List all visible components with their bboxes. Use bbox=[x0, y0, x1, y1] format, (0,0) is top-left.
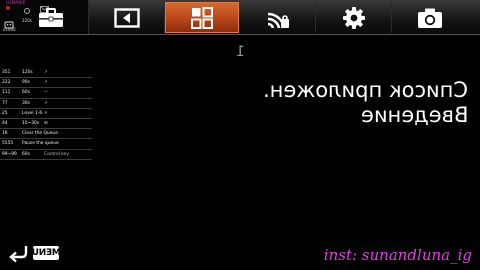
table-row[interactable]: 5555 Pause the queue bbox=[0, 139, 92, 150]
screen-icon bbox=[114, 7, 140, 28]
grid-icon bbox=[191, 6, 213, 29]
tab-wireless[interactable] bbox=[241, 2, 316, 33]
table-row[interactable]: 351 120s ↗ bbox=[0, 68, 92, 79]
tab-apps[interactable] bbox=[165, 2, 239, 33]
intro-heading: Введение bbox=[360, 103, 468, 127]
watermark: inst: sunandluna_ig bbox=[323, 246, 472, 264]
table-row[interactable]: 222 90s ↗ bbox=[0, 78, 92, 89]
toolbox-icon bbox=[39, 7, 63, 27]
top-toolbar: LOMANIE x1000 120s bbox=[0, 0, 480, 35]
tab-camera[interactable] bbox=[393, 2, 467, 33]
bottom-bar: MENU inst: sunandluna_ig bbox=[0, 238, 480, 270]
gear-icon bbox=[343, 6, 365, 29]
tab-settings[interactable] bbox=[317, 2, 392, 33]
table-row[interactable]: 25 Level 1-6 ✕ bbox=[0, 109, 92, 119]
table-row[interactable]: 111 60s ~ bbox=[0, 88, 92, 99]
menu-button[interactable]: MENU bbox=[31, 246, 61, 260]
app-list-heading: Список приложен. bbox=[262, 78, 468, 102]
table-row[interactable]: 99~99 60s Control key bbox=[0, 150, 92, 160]
tab-screen[interactable] bbox=[90, 2, 165, 33]
table-row[interactable]: 1K Clear the Queue bbox=[0, 129, 92, 140]
back-icon[interactable] bbox=[8, 243, 30, 263]
menu-label: MENU bbox=[31, 248, 61, 258]
table-row[interactable]: 44 10~30s ⊞ bbox=[0, 119, 92, 130]
wifi-icon bbox=[267, 12, 289, 28]
tab-toolbox[interactable] bbox=[14, 2, 89, 33]
table-row[interactable]: 77 30s ↗ bbox=[0, 99, 92, 109]
camera-icon bbox=[418, 8, 442, 28]
key-table: 351 120s ↗ 222 90s ↗ 111 60s ~ 77 30s ↗ 25 Level … bbox=[0, 68, 92, 160]
record-indicator bbox=[6, 6, 10, 10]
page-indicator: 1 bbox=[236, 44, 245, 60]
